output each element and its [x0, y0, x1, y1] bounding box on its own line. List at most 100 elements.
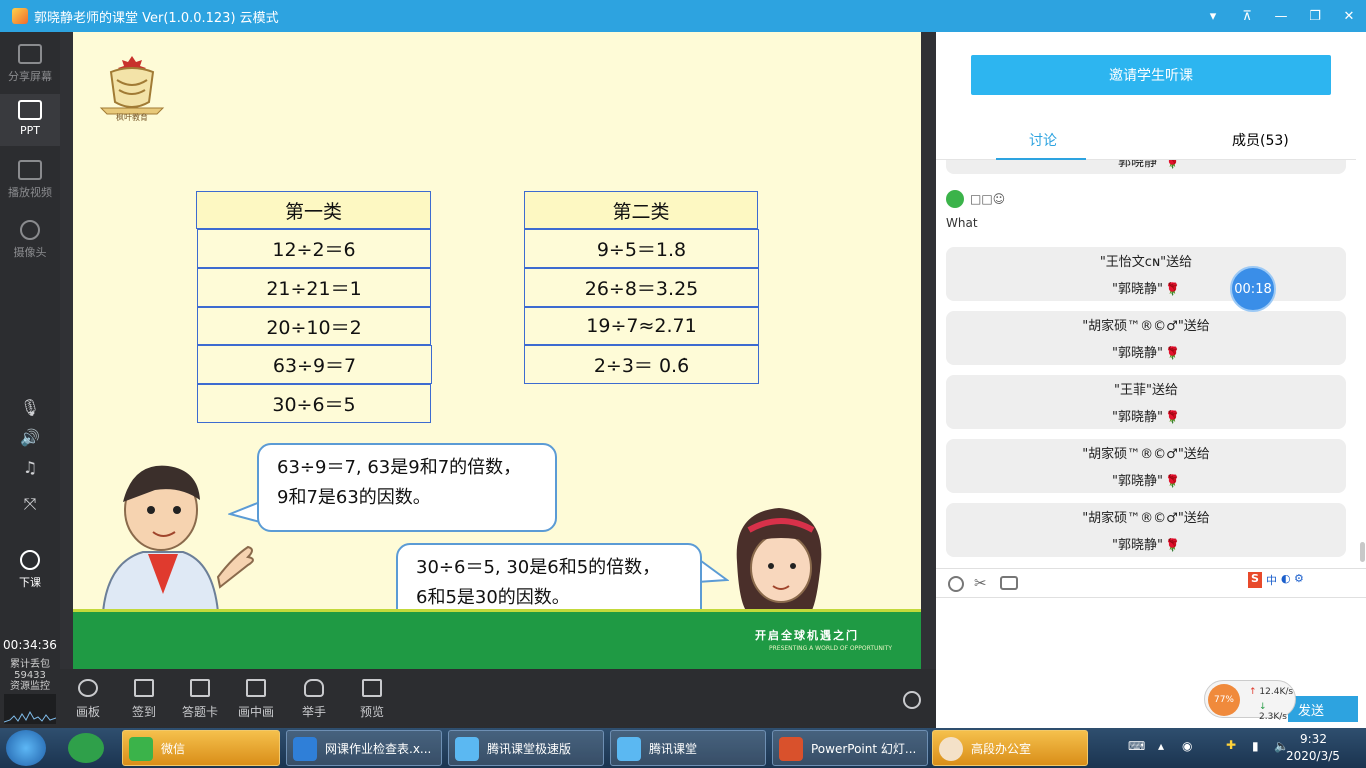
picture-in-picture-button[interactable]: 画中画	[228, 679, 284, 720]
clock-date[interactable]: 2020/3/5	[1286, 749, 1340, 763]
chat-message-text: What	[946, 216, 978, 230]
bottom-toolbar: 画板 签到 答题卡 画中画 举手 预览	[60, 669, 936, 728]
answer-card-button[interactable]: 答题卡	[172, 679, 228, 720]
lost-packets-label: 累计丢包	[10, 659, 50, 670]
gift-to: "郭晓静" 🌹	[1112, 410, 1180, 425]
spreadsheet-app-icon	[293, 737, 317, 761]
table1-row: 63÷9＝7	[197, 345, 432, 384]
slide-slogan-english: PRESENTING A WORLD OF OPPORTUNITY	[769, 645, 892, 652]
picture-in-picture-icon	[246, 679, 266, 697]
floating-timer[interactable]: 00:18	[1230, 266, 1276, 312]
download-speed: ↓ 2.3K/s	[1259, 702, 1287, 722]
ppt-button[interactable]: PPT	[0, 94, 60, 146]
music-icon[interactable]: ♫	[0, 458, 60, 477]
end-class-button[interactable]: 下课	[0, 550, 60, 600]
scissors-icon[interactable]: ✂	[974, 574, 990, 592]
calendar-check-icon	[134, 679, 154, 697]
upload-speed: ↑ 12.4K/s	[1249, 687, 1294, 697]
sign-in-label: 签到	[131, 705, 156, 719]
drawing-board-button[interactable]: 画板	[60, 679, 116, 720]
resource-monitor-graph	[4, 694, 56, 724]
minimize-button[interactable]: —	[1264, 0, 1298, 32]
tray-expand-icon[interactable]: ▴	[1158, 739, 1164, 753]
bubble1-line1: 63÷9＝7, 63是9和7的倍数，	[277, 457, 522, 478]
add-icon[interactable]: ✚	[1226, 738, 1236, 752]
network-monitor-widget[interactable]: 77% ↑ 12.4K/s ↓ 2.3K/s	[1204, 680, 1296, 722]
play-video-button[interactable]: 播放视频	[0, 160, 60, 210]
start-button[interactable]	[6, 730, 46, 766]
emoji-icon[interactable]	[948, 576, 964, 592]
camera-icon	[20, 220, 40, 240]
taskbar-item-wechat[interactable]: 微信	[122, 730, 280, 766]
play-video-label: 播放视频	[8, 186, 52, 199]
fullscreen-icon[interactable]: ⤧	[0, 494, 60, 514]
gift-from: "胡家硕™®©♂"送给	[1082, 511, 1210, 526]
table1-header: 第一类	[196, 191, 431, 229]
taskbar-item-office-chat[interactable]: 高段办公室	[932, 730, 1088, 766]
rose-icon: 🌹	[1165, 160, 1180, 169]
tab-discussion[interactable]: 讨论	[1029, 130, 1057, 150]
resource-monitor-label: 资源监控	[10, 681, 50, 692]
play-video-icon	[18, 160, 42, 180]
chat-list[interactable]: "郭晓静" 🌹 □□☺ What "王怡文ᴄɴ"送给 "郭晓静" 🌹 "胡家硕™®©…	[936, 160, 1356, 570]
network-icon[interactable]: ▮	[1252, 739, 1259, 753]
table2-row: 2÷3＝ 0.6̇	[524, 345, 759, 384]
rose-icon: 🌹	[1165, 410, 1180, 424]
gift-to: "郭晓静" 🌹	[1112, 538, 1180, 553]
table2-row: 9÷5＝1.8	[524, 229, 759, 268]
preview-button[interactable]: 预览	[344, 679, 400, 720]
power-icon[interactable]	[903, 691, 921, 709]
title-bar: 郭晓静老师的课堂 Ver(1.0.0.123) 云模式 ▾ ⊼ — ❐ ✕	[0, 0, 1366, 32]
table1-row: 21÷21＝1	[197, 268, 431, 307]
close-button[interactable]: ✕	[1332, 0, 1366, 32]
taskbar-item-powerpoint[interactable]: PowerPoint 幻灯...	[772, 730, 928, 766]
share-screen-button[interactable]: 分享屏幕	[0, 42, 60, 92]
camera-button[interactable]: 摄像头	[0, 220, 60, 270]
end-class-icon	[20, 550, 40, 570]
taskbar-item-tencent-classroom[interactable]: 腾讯课堂	[610, 730, 766, 766]
invite-students-button[interactable]: 邀请学生听课	[971, 55, 1331, 95]
app-logo-icon	[12, 8, 28, 24]
right-panel: 邀请学生听课 讨论 成员(53) "郭晓静" 🌹 □□☺ What "王怡文ᴄɴ"…	[936, 32, 1366, 728]
table1-row: 12÷2＝6	[197, 229, 431, 268]
speaker-icon[interactable]: 🔊	[0, 428, 60, 447]
raise-hand-button[interactable]: 举手	[286, 679, 342, 720]
dropdown-button[interactable]: ▾	[1196, 0, 1230, 32]
chat-scrollbar[interactable]	[1360, 542, 1365, 562]
input-method-bar[interactable]: S 中 ◐ ⚙	[1248, 572, 1304, 588]
microphone-icon[interactable]: 🎙	[0, 398, 60, 417]
camera-label: 摄像头	[13, 246, 47, 259]
gift-from: "胡家硕™®©♂"送给	[1082, 447, 1210, 462]
gift-message: "王怡文ᴄɴ"送给 "郭晓静" 🌹	[946, 247, 1346, 301]
send-button[interactable]: 发送	[1288, 696, 1358, 722]
sign-in-button[interactable]: 签到	[116, 679, 172, 720]
restore-button[interactable]: ❐	[1298, 0, 1332, 32]
image-icon[interactable]	[1000, 576, 1018, 590]
pinned-browser-icon[interactable]	[68, 733, 104, 763]
ppt-label: PPT	[20, 124, 40, 137]
bubble1-line2: 9和7是63的因数。	[277, 487, 431, 508]
tab-members[interactable]: 成员(53)	[1232, 130, 1289, 150]
taskbar-item-tencent-classroom-lite[interactable]: 腾讯课堂极速版	[448, 730, 604, 766]
table1-row: 20÷10＝2	[197, 307, 431, 345]
table2-row: 26÷8＝3.25	[524, 268, 759, 307]
tencent-classroom-icon	[617, 737, 641, 761]
raise-hand-label: 举手	[301, 705, 326, 719]
tray-app-icon[interactable]: ◉	[1182, 739, 1192, 753]
ime-tools-icon: ◐ ⚙	[1280, 572, 1304, 585]
elapsed-time: 00:34:36	[3, 638, 57, 652]
taskbar-item-excel[interactable]: 网课作业检查表.x...	[286, 730, 442, 766]
gift-message: "胡家硕™®©♂"送给 "郭晓静" 🌹	[946, 503, 1346, 557]
rose-icon: 🌹	[1165, 474, 1180, 488]
share-screen-label: 分享屏幕	[8, 70, 52, 83]
wechat-app-icon	[129, 737, 153, 761]
preview-label: 预览	[359, 705, 384, 719]
logo-caption: 枫叶教育	[116, 113, 148, 122]
chat-input-toolbar: ✂ S 中 ◐ ⚙	[936, 568, 1366, 598]
pin-button[interactable]: ⊼	[1230, 0, 1264, 32]
rose-icon: 🌹	[1165, 346, 1180, 360]
clock-time[interactable]: 9:32	[1300, 732, 1327, 746]
chat-username: □□☺	[970, 192, 1006, 206]
keyboard-icon[interactable]: ⌨	[1128, 739, 1145, 753]
ppt-icon	[18, 100, 42, 120]
